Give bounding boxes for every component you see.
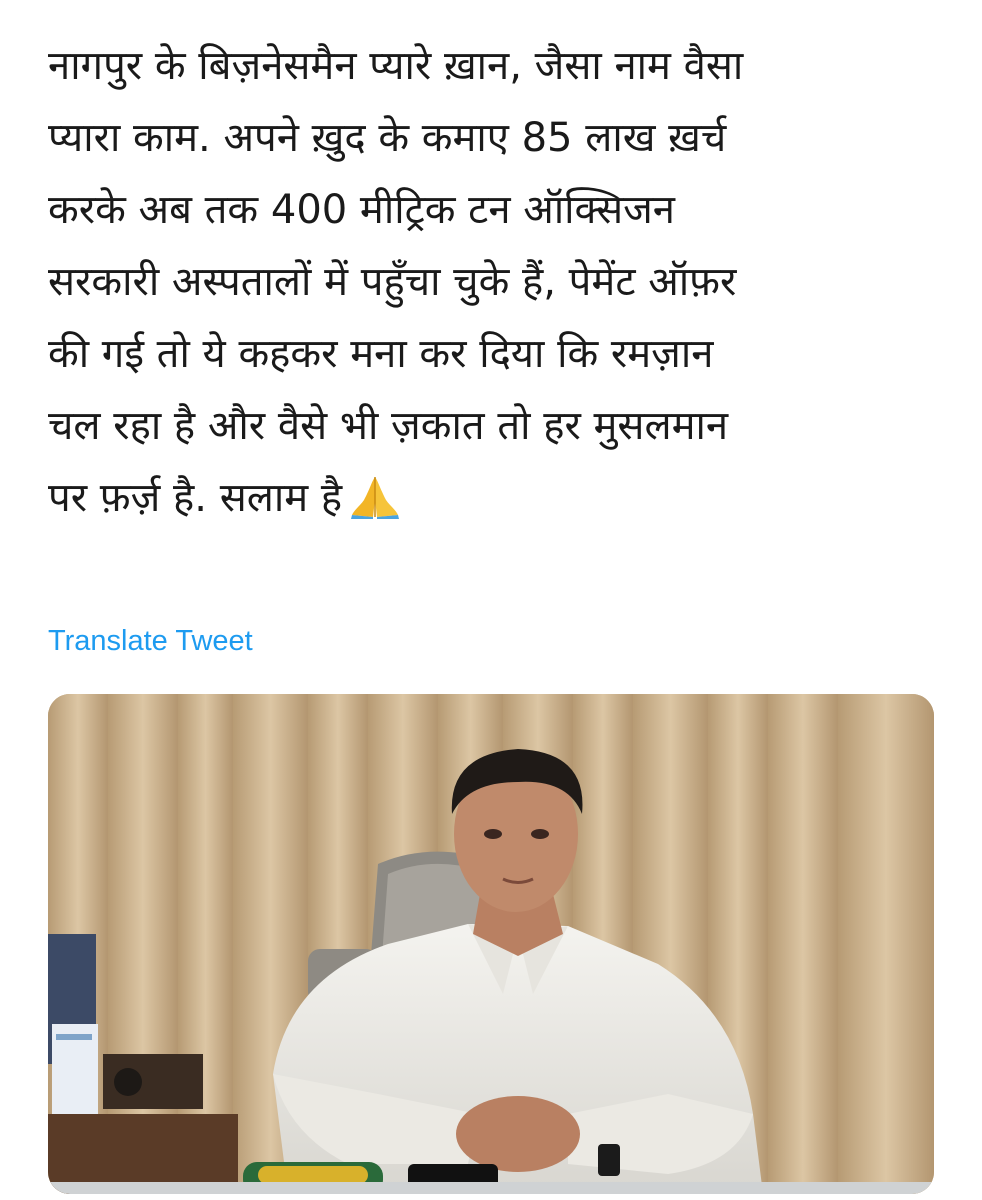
tweet-text-line: पर फ़र्ज़ है. सलाम है bbox=[48, 475, 343, 521]
tweet-card: नागपुर के बिज़नेसमैन प्यारे ख़ान, जैसा न… bbox=[0, 0, 982, 1200]
tweet-text-line: सरकारी अस्पतालों में पहुँचा चुके हैं, पे… bbox=[48, 259, 737, 305]
folded-hands-icon bbox=[350, 470, 400, 542]
tweet-photo[interactable] bbox=[48, 694, 934, 1194]
tweet-text: नागपुर के बिज़नेसमैन प्यारे ख़ान, जैसा न… bbox=[48, 30, 948, 542]
translate-tweet-link[interactable]: Translate Tweet bbox=[48, 625, 253, 658]
tweet-text-line: की गई तो ये कहकर मना कर दिया कि रमज़ान bbox=[48, 331, 714, 377]
tweet-text-line-last: पर फ़र्ज़ है. सलाम है bbox=[48, 462, 948, 542]
tweet-text-line: चल रहा है और वैसे भी ज़कात तो हर मुसलमान bbox=[48, 403, 729, 449]
tweet-text-line: नागपुर के बिज़नेसमैन प्यारे ख़ान, जैसा न… bbox=[48, 43, 744, 89]
tweet-text-line: प्यारा काम. अपने ख़ुद के कमाए 85 लाख ख़र… bbox=[48, 115, 727, 161]
tweet-text-line: करके अब तक 400 मीट्रिक टन ऑक्सिजन bbox=[48, 187, 675, 233]
